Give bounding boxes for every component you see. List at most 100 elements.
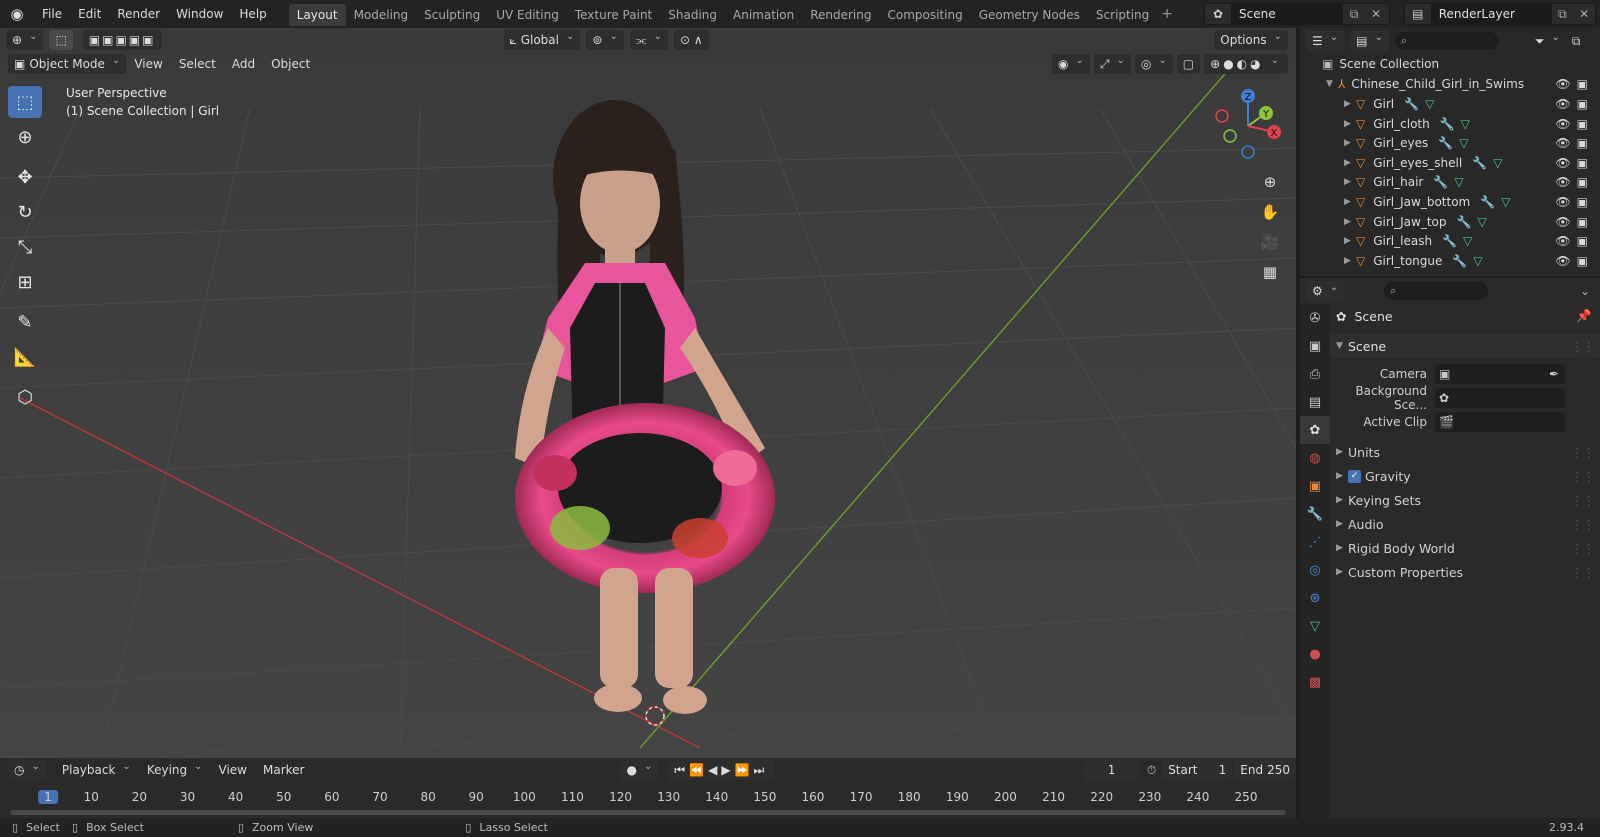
tab-uv-editing[interactable]: UV Editing (488, 4, 567, 26)
expand-down-icon[interactable]: ▼ (1326, 79, 1338, 89)
timeline-editor-type[interactable]: ◷ (8, 760, 46, 780)
mesh-data-icon[interactable]: ▽ (1501, 195, 1510, 209)
view-layer-name[interactable]: RenderLayer (1430, 4, 1552, 24)
collection-visibility-icons[interactable]: 👁▣ (1555, 77, 1594, 91)
filter-dropdown[interactable]: ⏷ (1529, 31, 1566, 51)
menu-file[interactable]: File (34, 0, 70, 28)
mesh-data-icon[interactable]: ▽ (1459, 136, 1468, 150)
outliner-item[interactable]: ▶ ▽ Girl_tongue 🔧 ▽ 👁▣ (1300, 251, 1600, 271)
selection-mode-buttons[interactable]: ▣▣▣▣▣ (82, 30, 162, 50)
camera-view-icon[interactable]: 🎥 (1256, 228, 1284, 256)
world-tab-icon[interactable]: ◍ (1300, 444, 1330, 472)
tab-shading[interactable]: Shading (660, 4, 725, 26)
data-tab-icon[interactable]: ▽ (1300, 612, 1330, 640)
scene-name[interactable]: Scene (1231, 4, 1343, 24)
viewport-menu-object[interactable]: Object (263, 54, 318, 74)
output-tab-icon[interactable]: ⎙ (1300, 360, 1330, 388)
item-visibility-icons[interactable]: 👁▣ (1555, 97, 1594, 111)
outliner-collection-row[interactable]: ▼ ⅄ Chinese_Child_Girl_in_Swims 👁▣ (1300, 74, 1600, 94)
outliner-scene-collection[interactable]: ▣ Scene Collection (1300, 54, 1600, 74)
audio-panel[interactable]: ▶ Audio ⋮⋮ (1330, 512, 1600, 536)
ortho-grid-icon[interactable]: ▦ (1256, 258, 1284, 286)
proportional-edit-button[interactable]: ⊙ ∧ (674, 30, 709, 50)
modifier-wrench-icon[interactable]: 🔧 (1480, 195, 1495, 209)
modifier-wrench-icon[interactable]: 🔧 (1452, 254, 1467, 268)
tab-sculpting[interactable]: Sculpting (416, 4, 488, 26)
expand-right-icon[interactable]: ▶ (1344, 119, 1356, 129)
expand-right-icon[interactable]: ▶ (1344, 99, 1356, 109)
xray-toggle[interactable]: ▢ (1176, 54, 1201, 74)
overlays-toggle[interactable]: ◎ (1134, 54, 1173, 74)
timeline-ruler[interactable]: 1 10 20 30 40 50 60 70 80 90 100 110 120 130 140 150 160… (0, 790, 1296, 808)
tab-scripting[interactable]: Scripting (1088, 4, 1157, 26)
outliner-search-input[interactable]: ⌕ (1394, 32, 1499, 50)
cursor-tool[interactable]: ⊕ (8, 121, 42, 153)
modifier-wrench-icon[interactable]: 🔧 (1438, 136, 1453, 150)
menu-window[interactable]: Window (168, 0, 231, 28)
keying-sets-panel[interactable]: ▶ Keying Sets ⋮⋮ (1330, 488, 1600, 512)
outliner-item[interactable]: ▶ ▽ Girl_leash 🔧 ▽ 👁▣ (1300, 231, 1600, 251)
snap-dropdown[interactable]: ⫘ (629, 30, 669, 50)
outliner-item[interactable]: ▶ ▽ Girl_eyes_shell 🔧 ▽ 👁▣ (1300, 153, 1600, 173)
timeline-menu-marker[interactable]: Marker (255, 760, 312, 780)
custom-properties-panel[interactable]: ▶ Custom Properties ⋮⋮ (1330, 560, 1600, 584)
measure-tool[interactable]: 📐 (8, 341, 42, 373)
expand-right-icon[interactable]: ▶ (1344, 256, 1356, 266)
close-scene-icon[interactable]: ✕ (1365, 7, 1387, 21)
material-tab-icon[interactable]: ● (1300, 640, 1330, 668)
active-clip-field[interactable]: 🎬 (1435, 412, 1565, 432)
select-tool-button[interactable]: ⬚ (49, 30, 73, 50)
units-drag-icon[interactable]: ⋮⋮ (1571, 445, 1600, 460)
copy-layer-icon[interactable]: ⧉ (1552, 7, 1574, 22)
viewport-menu-add[interactable]: Add (224, 54, 263, 74)
rigid-body-panel[interactable]: ▶ Rigid Body World ⋮⋮ (1330, 536, 1600, 560)
expand-right-icon[interactable]: ▶ (1344, 197, 1356, 207)
tab-layout[interactable]: Layout (288, 4, 346, 26)
texture-tab-icon[interactable]: ▩ (1300, 668, 1330, 696)
gravity-drag-icon[interactable]: ⋮⋮ (1571, 469, 1600, 484)
units-panel[interactable]: ▶ Units ⋮⋮ (1330, 440, 1600, 464)
item-visibility-icons[interactable]: 👁▣ (1555, 175, 1594, 189)
constraints-tab-icon[interactable]: ⊛ (1300, 584, 1330, 612)
move-tool[interactable]: ✥ (8, 161, 42, 193)
pin-icon[interactable]: 📌 (1576, 308, 1592, 324)
pivot-point-dropdown[interactable]: ⊚ (586, 30, 624, 50)
background-scene-field[interactable]: ✿ (1435, 388, 1565, 408)
current-frame-field[interactable]: 1 (1084, 760, 1139, 780)
particles-tab-icon[interactable]: ⋰ (1300, 528, 1330, 556)
tool-tab-icon[interactable]: ✇ (1300, 304, 1330, 332)
scene-panel-header[interactable]: ▼ Scene ⋮⋮ (1330, 334, 1600, 358)
add-workspace-button[interactable]: + (1161, 6, 1173, 22)
item-visibility-icons[interactable]: 👁▣ (1555, 156, 1594, 170)
modifier-wrench-icon[interactable]: 🔧 (1440, 117, 1455, 131)
audio-drag-icon[interactable]: ⋮⋮ (1571, 517, 1600, 532)
mesh-data-icon[interactable]: ▽ (1463, 234, 1472, 248)
3d-viewport[interactable]: ⊕ ⬚ ▣▣▣▣▣ ⟀Global ⊚ ⫘ ⊙ ∧ Options ▣Objec… (0, 28, 1296, 758)
modifier-wrench-icon[interactable]: 🔧 (1442, 234, 1457, 248)
tab-geometry-nodes[interactable]: Geometry Nodes (971, 4, 1088, 26)
tab-texture-paint[interactable]: Texture Paint (567, 4, 660, 26)
item-visibility-icons[interactable]: 👁▣ (1555, 117, 1594, 131)
scene-tab-icon[interactable]: ✿ (1300, 416, 1330, 444)
outliner-item[interactable]: ▶ ▽ Girl 🔧 ▽ 👁▣ (1300, 94, 1600, 114)
stopwatch-icon[interactable]: ⏱ (1147, 763, 1156, 778)
options-dropdown[interactable]: Options (1214, 30, 1288, 50)
outliner-item[interactable]: ▶ ▽ Girl_hair 🔧 ▽ 👁▣ (1300, 172, 1600, 192)
rotate-tool[interactable]: ↻ (8, 196, 42, 228)
record-button[interactable]: ● (620, 760, 659, 780)
camera-field[interactable]: ▣ ✒ (1435, 364, 1565, 384)
playback-controls[interactable]: ⏮⏪◀▶⏩⏭ (668, 760, 775, 780)
item-visibility-icons[interactable]: 👁▣ (1555, 195, 1594, 209)
copy-scene-icon[interactable]: ⧉ (1343, 7, 1365, 22)
transform-orientation-dropdown[interactable]: ⟀ Global (503, 30, 581, 50)
navigation-gizmo[interactable]: Z Y X (1208, 86, 1288, 166)
mesh-data-icon[interactable]: ▽ (1473, 254, 1482, 268)
editor-type-button[interactable]: ⊕ (6, 30, 44, 50)
tab-compositing[interactable]: Compositing (879, 4, 970, 26)
menu-edit[interactable]: Edit (70, 0, 109, 28)
item-visibility-icons[interactable]: 👁▣ (1555, 215, 1594, 229)
start-frame-field[interactable]: Start 1 (1162, 760, 1233, 780)
mesh-data-icon[interactable]: ▽ (1461, 117, 1470, 131)
shading-mode-buttons[interactable]: ⊕●◐◕ (1204, 54, 1288, 74)
transform-tool[interactable]: ⊞ (8, 266, 42, 298)
